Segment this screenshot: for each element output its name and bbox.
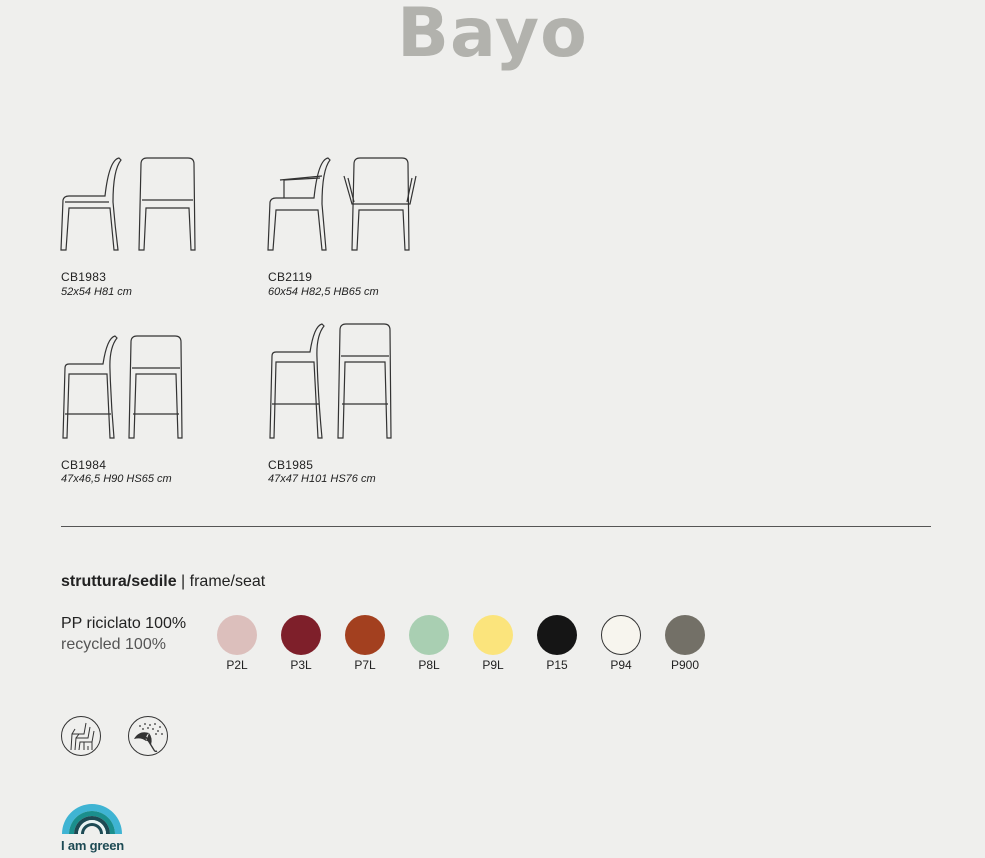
barstool-side-front-drawing xyxy=(269,323,392,439)
color-swatch-p94 xyxy=(601,615,641,655)
color-swatch-label: P15 xyxy=(546,658,568,672)
product-dimensions: 52x54 H81 cm xyxy=(61,286,132,298)
stool-side-front-drawing xyxy=(62,335,183,439)
color-swatch-p9l xyxy=(473,615,513,655)
armchair-side-front-drawing xyxy=(267,157,417,251)
product-cb1985: CB1985 47x47 H101 HS76 cm xyxy=(268,322,398,485)
color-swatch-p2l xyxy=(217,615,257,655)
color-swatch-label: P9L xyxy=(482,658,504,672)
section-title-bold: struttura/sedile xyxy=(61,573,177,590)
i-am-green-text: I am green xyxy=(61,838,125,853)
color-swatch-label: P900 xyxy=(670,658,700,672)
product-code: CB1984 xyxy=(61,458,107,472)
color-swatch-label: P8L xyxy=(418,658,440,672)
product-dimensions: 47x46,5 H90 HS65 cm xyxy=(61,473,172,485)
product-code: CB2119 xyxy=(268,270,313,284)
product-dimensions: 47x47 H101 HS76 cm xyxy=(268,473,376,485)
color-swatch-label: P2L xyxy=(226,658,248,672)
color-swatch-p7l xyxy=(345,615,385,655)
product-cb2119: CB2119 60x54 H82,5 HB65 cm xyxy=(267,156,418,298)
color-swatch-p15 xyxy=(537,615,577,655)
product-dimensions: 60x54 H82,5 HB65 cm xyxy=(268,286,379,298)
product-cb1984: CB1984 47x46,5 H90 HS65 cm xyxy=(61,334,191,485)
page-title: Bayo xyxy=(397,0,588,73)
chair-side-front-drawing xyxy=(60,157,196,251)
product-cb1983: CB1983 52x54 H81 cm xyxy=(60,156,201,298)
color-swatch-p8l xyxy=(409,615,449,655)
section-title: struttura/sedile | frame/seat xyxy=(61,573,265,591)
color-swatch-label: P94 xyxy=(610,658,632,672)
section-title-rest: | frame/seat xyxy=(176,573,266,590)
stackable-icon xyxy=(61,716,101,756)
outdoor-rain-icon xyxy=(128,716,168,756)
color-swatch-label: P3L xyxy=(290,658,312,672)
color-swatch-label: P7L xyxy=(354,658,376,672)
section-divider xyxy=(61,526,931,527)
product-code: CB1985 xyxy=(268,458,314,472)
product-code: CB1983 xyxy=(61,270,107,284)
color-swatch-p900 xyxy=(665,615,705,655)
material-line-en: recycled 100% xyxy=(61,636,166,653)
color-swatch-p3l xyxy=(281,615,321,655)
i-am-green-logo xyxy=(60,800,124,841)
material-line-it: PP riciclato 100% xyxy=(61,615,187,632)
